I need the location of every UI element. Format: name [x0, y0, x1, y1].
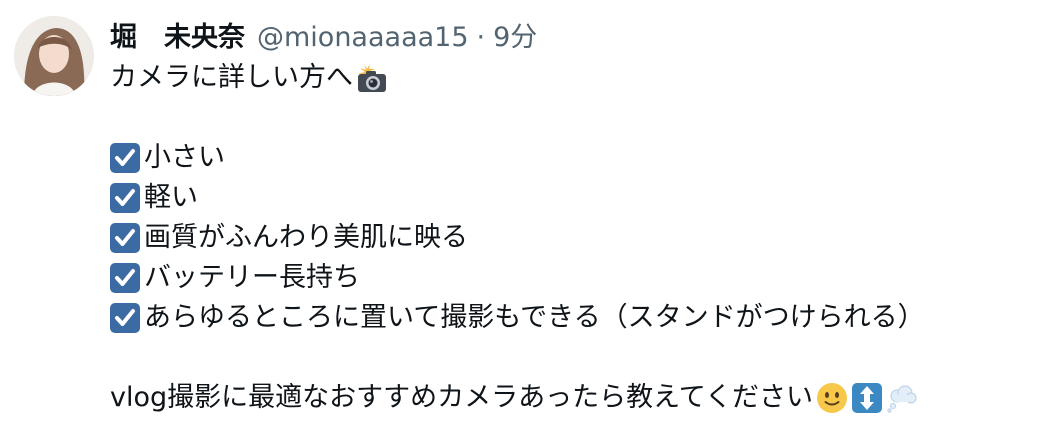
checklist-item: 軽い: [110, 178, 925, 218]
display-name[interactable]: 堀 未央奈: [110, 22, 245, 53]
tweet-header: 堀 未央奈 @mionaaaaa15 · 9分: [110, 18, 537, 58]
tweet: 堀 未央奈 @mionaaaaa15 · 9分 カメラに詳しい方へ 小さい 軽い…: [0, 0, 1064, 442]
timestamp[interactable]: 9分: [493, 22, 537, 53]
check-box-icon: [110, 303, 140, 333]
checklist-item: バッテリー長持ち: [110, 258, 925, 298]
checklist-text: バッテリー長持ち: [144, 262, 360, 293]
tweet-text: カメラに詳しい方へ 小さい 軽い 画質がふんわり美肌に映る バッテリー長持ち あ…: [110, 58, 925, 418]
camera-flash-icon: [356, 62, 388, 94]
intro-line: カメラに詳しい方へ: [110, 58, 925, 98]
avatar-image: [14, 16, 94, 96]
check-box-icon: [110, 263, 140, 293]
intro-text: カメラに詳しい方へ: [110, 62, 353, 93]
check-box-icon: [110, 223, 140, 253]
slightly-smiling-face-icon: [816, 382, 848, 414]
checklist-text: 画質がふんわり美肌に映る: [144, 222, 468, 253]
checklist-text: あらゆるところに置いて撮影もできる（スタンドがつけられる）: [144, 302, 925, 333]
checklist-text: 軽い: [144, 182, 198, 213]
separator-dot: ·: [476, 22, 486, 53]
closing-line: vlog撮影に最適なおすすめカメラあったら教えてください: [110, 378, 925, 418]
checklist-text: 小さい: [144, 142, 225, 173]
up-down-arrow-icon: [851, 382, 883, 414]
closing-text: vlog撮影に最適なおすすめカメラあったら教えてください: [110, 382, 813, 413]
checklist-item: 小さい: [110, 138, 925, 178]
thought-balloon-icon: [886, 382, 918, 414]
checklist-item: あらゆるところに置いて撮影もできる（スタンドがつけられる）: [110, 298, 925, 338]
checklist-item: 画質がふんわり美肌に映る: [110, 218, 925, 258]
avatar[interactable]: [14, 16, 94, 96]
check-box-icon: [110, 183, 140, 213]
check-box-icon: [110, 143, 140, 173]
user-handle[interactable]: @mionaaaaa15: [257, 22, 469, 53]
